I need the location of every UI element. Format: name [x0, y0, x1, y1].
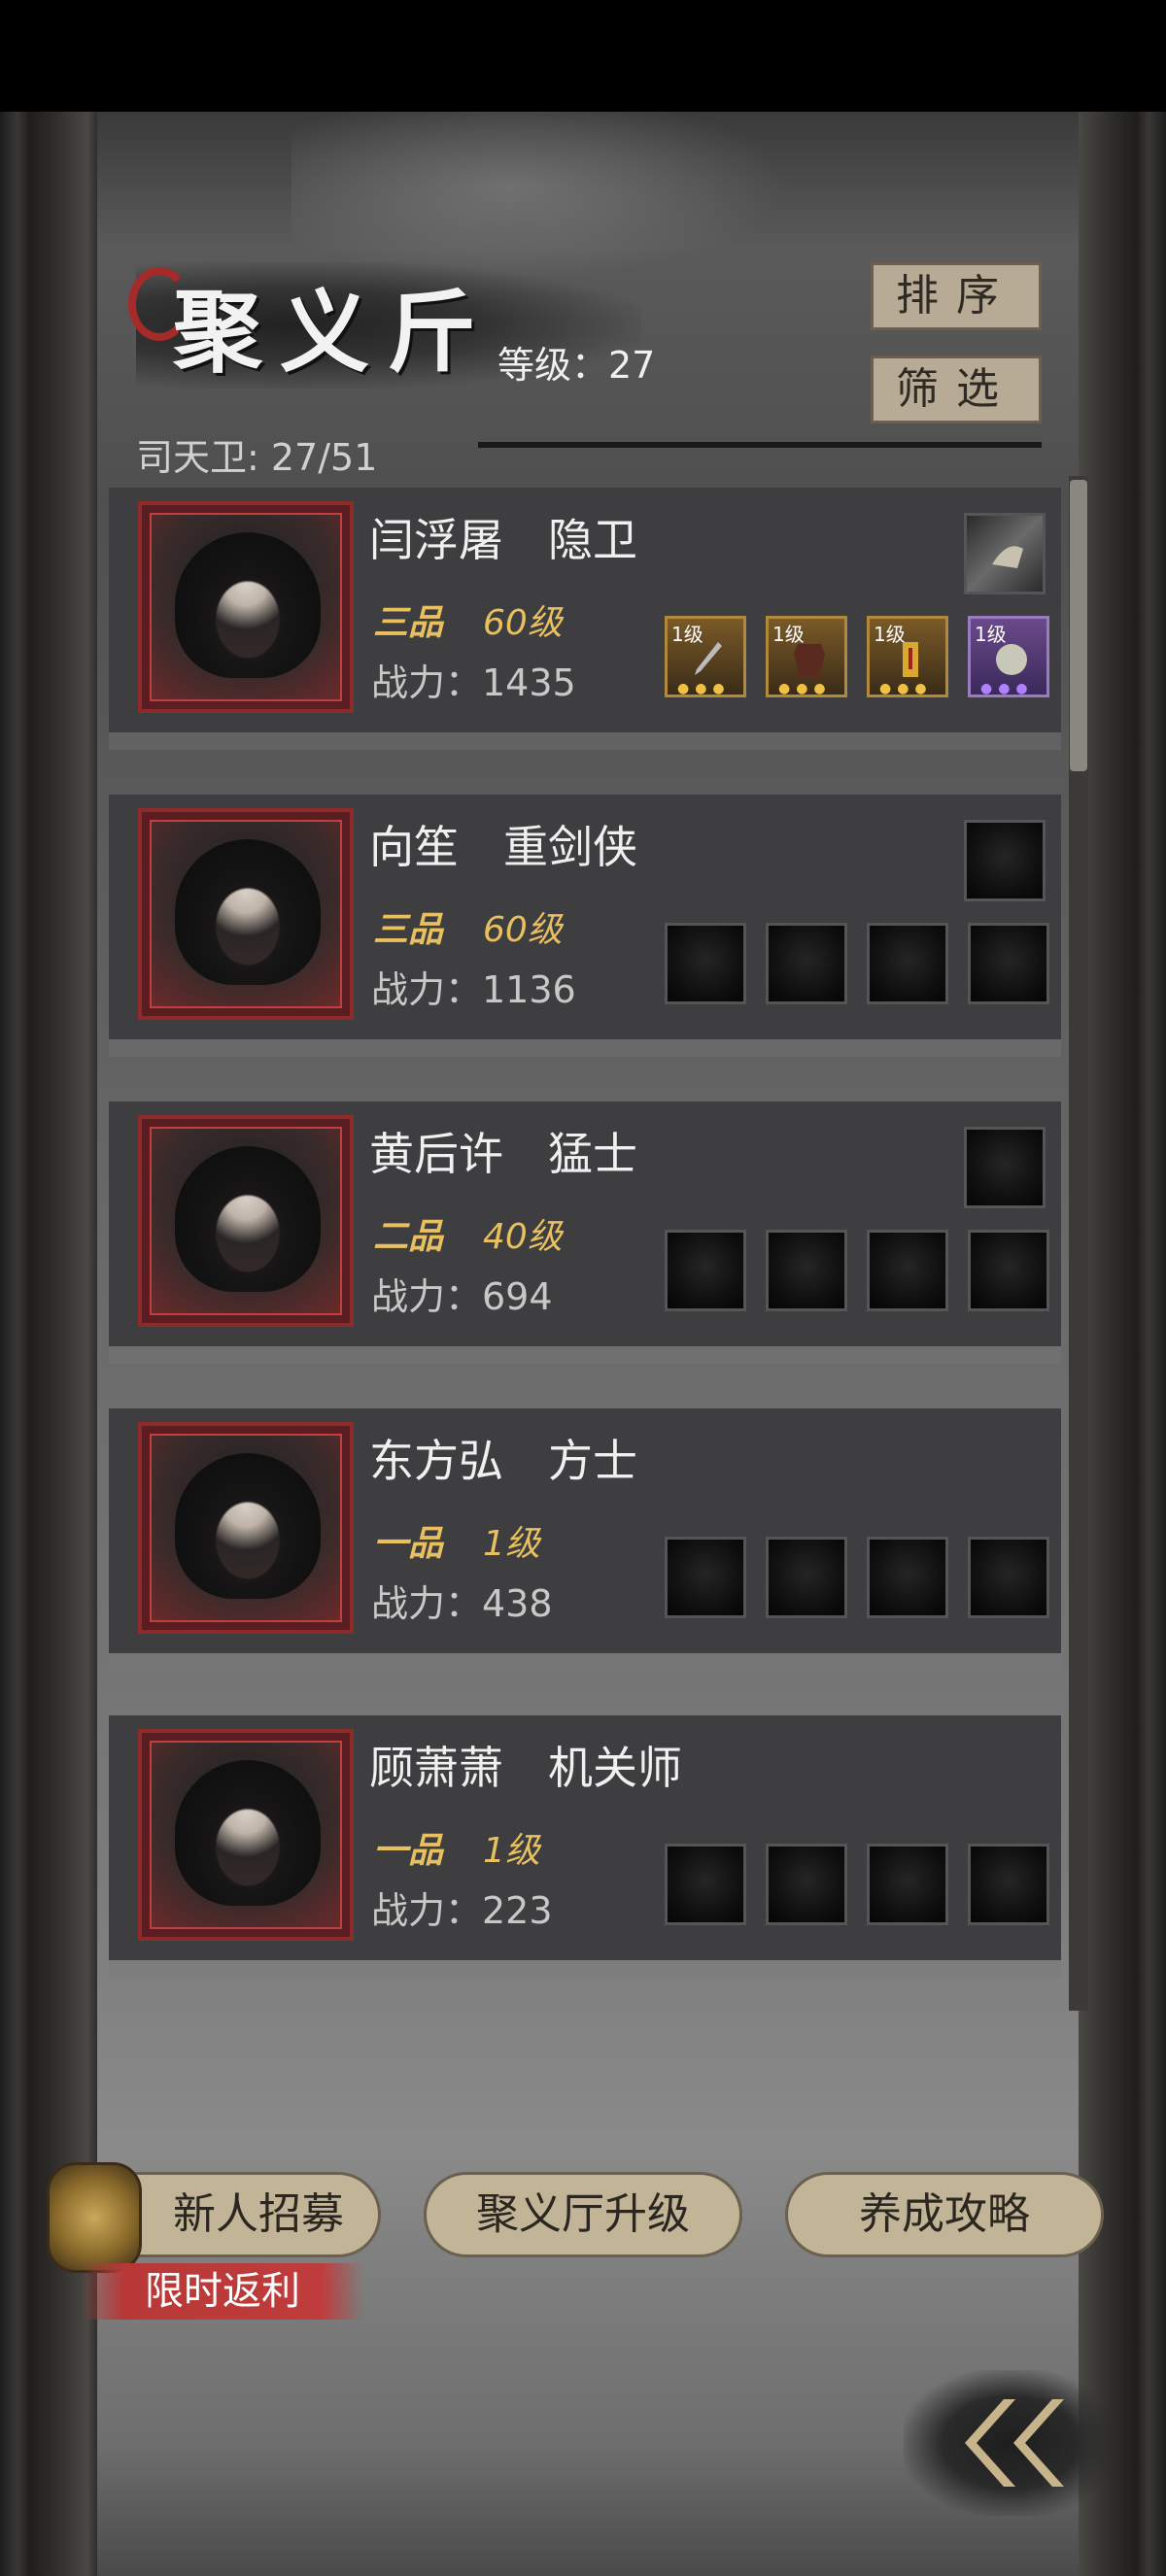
comb-icon: [992, 546, 1023, 568]
equipment-slot[interactable]: [665, 1230, 746, 1311]
character-power: 战力：1136: [371, 968, 576, 1011]
character-power: 战力：223: [371, 1889, 553, 1932]
character-power: 战力：438: [371, 1582, 553, 1625]
character-level: 1级: [483, 1524, 540, 1564]
scrollbar-thumb[interactable]: [1070, 480, 1087, 771]
character-portrait: [138, 1115, 354, 1327]
character-name: 东方弘 方士: [369, 1435, 637, 1487]
character-portrait: [138, 1422, 354, 1634]
equipment-slot[interactable]: [968, 923, 1049, 1004]
orb-icon: [996, 644, 1027, 675]
hall-level: 等级：27: [497, 344, 656, 387]
hall-upgrade-button[interactable]: 聚义厅升级: [424, 2172, 742, 2257]
sort-button[interactable]: 排序: [871, 262, 1042, 330]
character-rank: 三品: [373, 603, 444, 643]
equipment-slot[interactable]: [665, 1844, 746, 1925]
equipment-slot[interactable]: [968, 1844, 1049, 1925]
equipment-slot[interactable]: [766, 923, 847, 1004]
equipment-slot[interactable]: 1级 ●●●: [867, 616, 948, 697]
character-level: 40级: [483, 1217, 563, 1257]
promo-badge[interactable]: 限时返利: [82, 2263, 363, 2320]
equipment-slot[interactable]: [867, 1537, 948, 1618]
character-card[interactable]: 闫浮屠 隐卫 三品 60级 战力：1435 1级 ●●● 1级 ●●● 1级 ●…: [109, 488, 1061, 732]
character-portrait: [138, 808, 354, 1020]
equipment-slot[interactable]: [867, 1844, 948, 1925]
character-name: 黄后许 猛士: [369, 1128, 637, 1180]
equipment-slot[interactable]: [867, 923, 948, 1004]
character-level: 60级: [483, 603, 563, 643]
equipment-slot[interactable]: [665, 923, 746, 1004]
character-power: 战力：1435: [371, 661, 576, 704]
character-rank: 一品: [373, 1524, 444, 1564]
character-card[interactable]: 黄后许 猛士 二品 40级 战力：694: [109, 1102, 1061, 1346]
recruit-token-icon[interactable]: [47, 2162, 142, 2273]
equipment-slot[interactable]: [867, 1230, 948, 1311]
equipment-slot[interactable]: [665, 1537, 746, 1618]
character-level: 60级: [483, 910, 563, 950]
character-rank: 一品: [373, 1831, 444, 1871]
equipment-slot[interactable]: [968, 1230, 1049, 1311]
equipment-slot[interactable]: 1级 ●●●: [968, 616, 1049, 697]
character-name: 闫浮屠 隐卫: [369, 514, 637, 566]
scroll-icon: [903, 642, 918, 677]
status-bar: [0, 0, 1166, 112]
character-card[interactable]: 东方弘 方士 一品 1级 战力：438: [109, 1408, 1061, 1653]
equipment-slot[interactable]: [766, 1537, 847, 1618]
character-name: 向笙 重剑侠: [369, 821, 637, 873]
accessory-slot[interactable]: [964, 820, 1046, 901]
header-divider: [478, 442, 1042, 448]
accessory-slot[interactable]: [964, 513, 1046, 594]
equipment-slot[interactable]: 1级 ●●●: [665, 616, 746, 697]
equipment-slot[interactable]: [766, 1230, 847, 1311]
character-card[interactable]: 向笙 重剑侠 三品 60级 战力：1136: [109, 795, 1061, 1039]
accessory-slot[interactable]: [964, 1127, 1046, 1208]
equipment-slot[interactable]: 1级 ●●●: [766, 616, 847, 697]
equipment-slot[interactable]: [766, 1844, 847, 1925]
guide-button[interactable]: 养成攻略: [785, 2172, 1104, 2257]
character-portrait: [138, 1729, 354, 1941]
page-title: 聚义斤: [173, 280, 495, 385]
character-rank: 三品: [373, 910, 444, 950]
roster-count: 司天卫: 27/51: [136, 436, 378, 479]
character-name: 顾萧萧 机关师: [369, 1742, 682, 1794]
character-card[interactable]: 顾萧萧 机关师 一品 1级 战力：223: [109, 1715, 1061, 1960]
character-rank: 二品: [373, 1217, 444, 1257]
character-portrait: [138, 501, 354, 713]
filter-button[interactable]: 筛选: [871, 356, 1042, 424]
character-level: 1级: [483, 1831, 540, 1871]
double-chevron-left-icon[interactable]: [947, 2390, 1093, 2496]
dagger-icon: [695, 642, 722, 675]
armor-icon: [794, 644, 825, 677]
equipment-slot[interactable]: [968, 1537, 1049, 1618]
character-power: 战力：694: [371, 1275, 553, 1318]
